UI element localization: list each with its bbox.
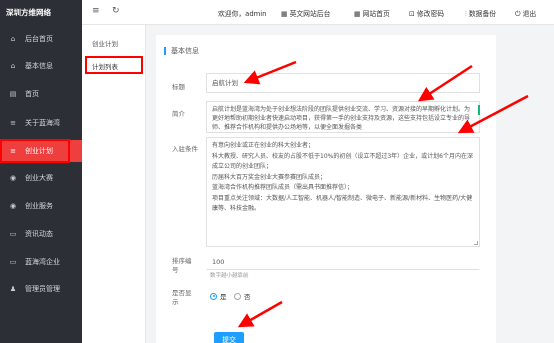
- sidebar-item-services[interactable]: ◉ 创业服务: [0, 195, 82, 217]
- users-icon: ♟: [9, 285, 17, 293]
- power-icon: ⏻: [515, 10, 521, 18]
- logout-link[interactable]: ⏻ 退出: [515, 8, 536, 19]
- sort-input[interactable]: 100: [206, 253, 480, 270]
- sort-hint: 数字越小越靠前: [210, 273, 249, 279]
- radio-checked-icon: [210, 292, 217, 300]
- intro-label: 简介: [172, 110, 185, 118]
- title-input[interactable]: 启航计划: [206, 73, 480, 93]
- sidebar-item-label: 关于蓝海湾: [25, 119, 60, 127]
- radio-unchecked-icon: [234, 292, 241, 300]
- conditions-textarea[interactable]: 有意向创业或正在创业的科大创业者； 科大教授、研究人员、校友的占股不低于10%的…: [206, 137, 480, 247]
- main-content: 基本信息 标题 启航计划 简介 启航计划是蓝海湾为处于创业想法阶段的团队提供创业…: [146, 25, 554, 343]
- section-title: 基本信息: [164, 47, 199, 55]
- welcome-text: 欢迎你，admin: [218, 10, 267, 18]
- sidebar-item-label: 管理员管理: [25, 285, 60, 293]
- subnav-item-startup-plan[interactable]: 创业计划: [82, 34, 146, 54]
- sidebar-item-news[interactable]: ▭ 资讯动态: [0, 223, 82, 245]
- document-icon: ▤: [9, 90, 17, 98]
- chart-icon: ⫶: [465, 10, 467, 18]
- sidebar-item-companies[interactable]: ▭ 蓝海湾企业: [0, 251, 82, 273]
- sidebar-item-basic-info[interactable]: ⌂ 基本信息: [0, 55, 82, 77]
- menu-toggle-icon[interactable]: ≡: [92, 6, 100, 16]
- title-label: 标题: [172, 83, 185, 91]
- sidebar-item-label: 首页: [25, 90, 39, 98]
- sidebar-item-label: 创业大赛: [25, 174, 53, 182]
- brand-title: 深圳方维网络: [6, 8, 51, 17]
- sidebar-item-label: 基本信息: [25, 62, 53, 70]
- sidebar-item-label: 后台首页: [25, 35, 53, 43]
- conditions-label: 入驻条件: [172, 145, 198, 153]
- resize-handle-icon[interactable]: [474, 241, 478, 245]
- sidebar-item-competition[interactable]: ◉ 创业大赛: [0, 167, 82, 189]
- globe-icon: ◉: [9, 174, 17, 182]
- sort-label: 排序编号: [172, 257, 192, 274]
- form-card: 基本信息 标题 启航计划 简介 启航计划是蓝海湾为处于创业想法阶段的团队提供创业…: [156, 35, 496, 343]
- backup-link[interactable]: ⫶ 数据备份: [465, 8, 496, 19]
- card-icon: ▭: [9, 258, 17, 266]
- home-icon: ⌂: [10, 35, 16, 43]
- sidebar-item-admins[interactable]: ♟ 管理员管理: [0, 278, 82, 300]
- sidebar-item-home[interactable]: ▤ 首页: [0, 83, 82, 105]
- grid-icon: ▦: [281, 10, 288, 18]
- sidebar-item-label: 蓝海湾企业: [25, 258, 60, 266]
- refresh-icon[interactable]: ↻: [112, 6, 120, 16]
- lock-icon: ⊡: [409, 10, 415, 18]
- sidebar-item-label: 创业服务: [25, 202, 53, 210]
- show-no-radio[interactable]: 否: [234, 291, 251, 301]
- sidebar-item-label: 资讯动态: [25, 230, 53, 238]
- show-label: 是否显示: [172, 289, 192, 306]
- sidebar-item-about[interactable]: ≡ 关于蓝海湾: [0, 112, 82, 134]
- english-site-link[interactable]: ▦ 英文网站后台: [281, 8, 330, 18]
- intro-textarea[interactable]: 启航计划是蓝海湾为处于创业想法阶段的团队提供创业交流、学习、资源对接的早期孵化计…: [206, 101, 480, 133]
- change-password-link[interactable]: ⊡ 修改密码: [409, 8, 444, 18]
- globe-icon: ◉: [9, 202, 17, 210]
- home-icon: ⌂: [10, 62, 16, 70]
- sidebar: 深圳方维网络 ⌂ 后台首页 ⌂ 基本信息 ▤ 首页 ≡ 关于蓝海湾 ≡ 创业计划…: [0, 0, 82, 343]
- annotation-box-subnav: [85, 56, 143, 74]
- submit-button[interactable]: 提交: [214, 332, 244, 343]
- show-yes-radio[interactable]: 是: [210, 291, 227, 301]
- top-bar: ≡ ↻ 欢迎你，admin ▦ 英文网站后台 ▦ 网站首页 ⊡ 修改密码 ⫶ 数…: [82, 0, 554, 25]
- grid-icon: ▦: [354, 10, 361, 18]
- sidebar-item-dashboard[interactable]: ⌂ 后台首页: [0, 28, 82, 50]
- site-home-link[interactable]: ▦ 网站首页: [354, 8, 390, 18]
- card-icon: ▭: [9, 230, 17, 238]
- scrollbar-indicator[interactable]: [478, 105, 480, 115]
- annotation-box-sidebar: [0, 139, 70, 163]
- list-icon: ≡: [10, 119, 16, 127]
